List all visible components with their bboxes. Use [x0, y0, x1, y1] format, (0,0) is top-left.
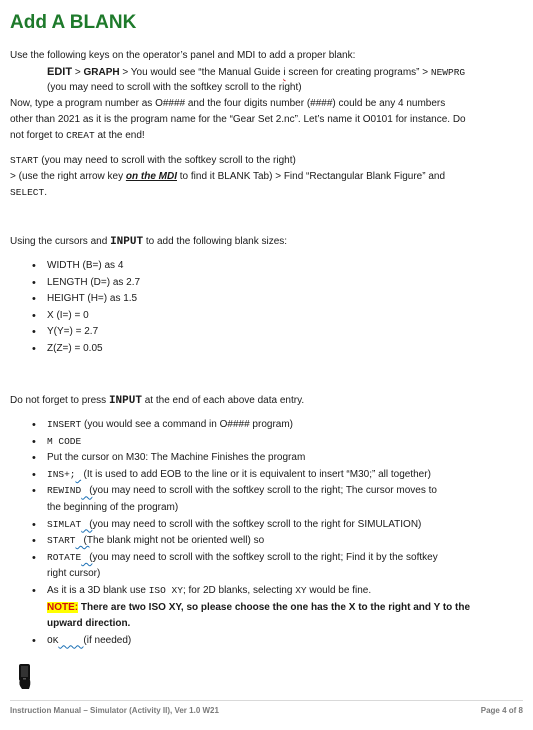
list-item: START (The blank might not be oriented w…: [10, 533, 527, 550]
note-label: NOTE:: [47, 601, 79, 613]
press-input-line: Do not forget to press INPUT at the end …: [10, 395, 305, 407]
list-item: M CODE: [10, 434, 527, 451]
intro-line-5: other than 2021 as it is the program nam…: [10, 114, 466, 125]
list-item: SIMLAT (you may need to scroll with the …: [10, 517, 527, 534]
list-item: ROTATE (you may need to scroll with the …: [10, 550, 527, 583]
on-mdi-text: on the MDI: [125, 171, 177, 182]
intro-line-3: (you may need to scroll with the softkey…: [47, 82, 302, 93]
input-key: INPUT: [108, 395, 142, 407]
list-item: HEIGHT (H=) as 1.5: [10, 291, 140, 308]
input-key: INPUT: [110, 236, 144, 248]
steps-list: INSERT (you would see a command in O####…: [10, 417, 527, 649]
start-line-1: START (you may need to scroll with the s…: [10, 155, 296, 166]
footer-divider: [10, 700, 523, 701]
footer-page-number: Page 4 of 8: [480, 706, 523, 715]
intro-line-6: not forget to CREAT at the end!: [10, 130, 145, 141]
intro-line-4: Now, type a program number as O#### and …: [10, 98, 446, 109]
select-key: SELECT: [10, 187, 45, 198]
list-item: INSERT (you would see a command in O####…: [10, 417, 527, 434]
start-line-2: > (use the right arrow key on the MDI to…: [10, 171, 446, 182]
newprg-key: NEWPRG: [430, 67, 466, 78]
intro-line-2: EDIT > GRAPH > You would see “the Manual…: [47, 66, 466, 78]
list-item: As it is a 3D blank use ISO XY; for 2D b…: [10, 583, 527, 633]
list-item: Y(Y=) = 2.7: [10, 324, 140, 341]
edit-key: EDIT: [47, 66, 73, 78]
start-line-3: SELECT.: [10, 187, 47, 198]
list-item: X (I=) = 0: [10, 308, 140, 325]
list-item: LENGTH (D=) as 2.7: [10, 275, 140, 292]
start-key: START: [10, 155, 39, 166]
creat-key: CREAT: [66, 130, 95, 141]
blank-size-list: WIDTH (B=) as 4 LENGTH (D=) as 2.7 HEIGH…: [10, 258, 140, 358]
list-item: INS+; (It is used to add EOB to the line…: [10, 467, 527, 484]
footer-doc-title: Instruction Manual – Simulator (Activity…: [10, 706, 219, 715]
cursors-line: Using the cursors and INPUT to add the f…: [10, 236, 288, 248]
phone-device-icon: [16, 664, 34, 690]
list-item: WIDTH (B=) as 4: [10, 258, 140, 275]
graph-key: GRAPH: [83, 67, 120, 78]
list-item: Put the cursor on M30: The Machine Finis…: [10, 450, 527, 467]
list-item: OK (if needed): [10, 633, 527, 650]
intro-line-1: Use the following keys on the operator’s…: [10, 50, 356, 61]
page-title: Add A BLANK: [10, 12, 137, 33]
list-item: REWIND (you may need to scroll with the …: [10, 483, 527, 516]
list-item: Z(Z=) = 0.05: [10, 341, 140, 358]
